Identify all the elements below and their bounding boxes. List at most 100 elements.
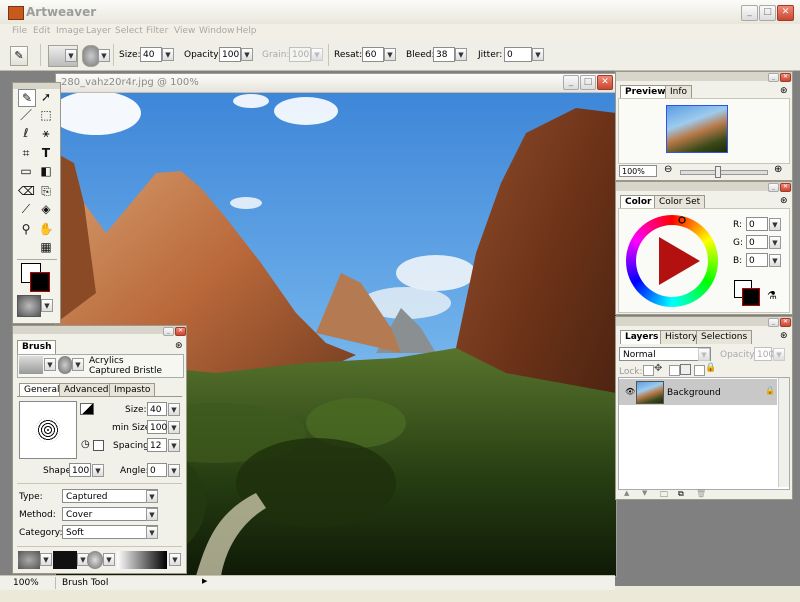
min-size-dropdown[interactable]: ▼ xyxy=(168,421,180,434)
color-menu-icon[interactable]: ⊛ xyxy=(780,196,788,206)
brush-variant-dropdown[interactable]: ▼ xyxy=(72,358,84,371)
paper-texture-dropdown[interactable]: ▼ xyxy=(41,299,53,312)
layers-close[interactable]: ✕ xyxy=(780,318,791,327)
color-wheel[interactable] xyxy=(626,215,718,307)
lock-all-icon[interactable]: 🔒 xyxy=(705,363,716,373)
crop-icon[interactable]: ⌗ xyxy=(18,145,34,161)
spacing-square-icon[interactable] xyxy=(93,440,104,451)
angle-dropdown[interactable]: ▼ xyxy=(168,464,180,477)
doc-maximize-button[interactable]: □ xyxy=(580,75,596,90)
lock-image-icon[interactable] xyxy=(680,364,691,375)
tab-color[interactable]: Color xyxy=(620,195,657,209)
brush-panel-close[interactable]: ✕ xyxy=(175,327,186,336)
brush-category-dropdown[interactable]: ▼ xyxy=(44,358,56,371)
size-input[interactable]: 40 xyxy=(140,47,162,62)
text-icon[interactable]: T xyxy=(38,145,54,161)
brush-icon[interactable]: ✎ xyxy=(18,89,36,107)
brush-preset-dropdown[interactable]: ▼ xyxy=(65,49,77,62)
eraser-icon[interactable]: ⌫ xyxy=(18,183,35,199)
size-shape-icon[interactable] xyxy=(80,403,94,415)
layer-up-icon[interactable]: ▲ xyxy=(624,489,629,497)
magic-wand-icon[interactable]: ⚹ xyxy=(38,125,54,141)
min-size-input[interactable]: 100 xyxy=(147,420,167,434)
maximize-button[interactable]: □ xyxy=(759,5,776,21)
menu-filter[interactable]: Filter xyxy=(146,26,168,36)
nozzle-swatch-icon[interactable] xyxy=(87,551,103,569)
method-select[interactable]: Cover xyxy=(62,507,158,521)
menu-image[interactable]: Image xyxy=(56,26,84,36)
doc-minimize-button[interactable]: _ xyxy=(563,75,579,90)
rectangle-icon[interactable]: ▭ xyxy=(18,163,34,179)
blend-mode-dropdown[interactable]: ▼ xyxy=(698,348,710,361)
menu-window[interactable]: Window xyxy=(199,26,235,36)
lasso-icon[interactable]: ℓ xyxy=(18,125,34,141)
rect-select-icon[interactable]: ⬚ xyxy=(38,107,54,123)
bleed-input[interactable]: 38 xyxy=(433,47,455,62)
tab-color-set[interactable]: Color Set xyxy=(654,195,706,209)
preview-close[interactable]: ✕ xyxy=(780,73,791,82)
paper-swatch-icon[interactable] xyxy=(18,551,40,569)
gradient-swatch-dropdown[interactable]: ▼ xyxy=(169,553,181,566)
tab-impasto[interactable]: Impasto xyxy=(109,383,156,397)
paper-swatch-dropdown[interactable]: ▼ xyxy=(40,553,52,566)
angle-input[interactable]: 0 xyxy=(147,463,167,477)
eyedropper-icon[interactable]: ⟋ xyxy=(18,201,34,217)
tab-preview[interactable]: Preview xyxy=(620,85,671,99)
menu-edit[interactable]: Edit xyxy=(33,26,50,36)
new-folder-icon[interactable]: 🗀 xyxy=(660,489,668,503)
method-dropdown[interactable]: ▼ xyxy=(146,508,158,521)
tab-brush[interactable]: Brush xyxy=(17,340,57,354)
category-dropdown[interactable]: ▼ xyxy=(146,526,158,539)
layer-opacity-dropdown[interactable]: ▼ xyxy=(773,348,785,361)
panel-menu-icon[interactable]: ⊛ xyxy=(175,341,183,351)
g-input[interactable]: 0 xyxy=(746,235,768,249)
spacing-input[interactable]: 12 xyxy=(147,438,167,452)
brush-size-dropdown[interactable]: ▼ xyxy=(168,403,180,416)
menu-layer[interactable]: Layer xyxy=(86,26,111,36)
grain-preset-dropdown[interactable]: ▼ xyxy=(98,49,110,62)
layers-minimize[interactable]: _ xyxy=(768,318,779,327)
opacity-dropdown[interactable]: ▼ xyxy=(241,48,253,61)
gradient-swatch[interactable] xyxy=(117,551,167,569)
tab-general[interactable]: General xyxy=(19,383,65,397)
spacing-dropdown[interactable]: ▼ xyxy=(168,439,180,452)
brush-panel-minimize[interactable]: _ xyxy=(163,327,174,336)
nozzle-swatch-dropdown[interactable]: ▼ xyxy=(103,553,115,566)
grain-input[interactable]: 100 xyxy=(289,47,311,62)
menu-help[interactable]: Help xyxy=(236,26,257,36)
status-menu-arrow[interactable]: ▶ xyxy=(202,577,207,585)
lock-all-checkbox[interactable] xyxy=(694,365,705,376)
brush-size-input[interactable]: 40 xyxy=(147,402,167,416)
close-button[interactable]: ✕ xyxy=(777,5,794,21)
b-dropdown[interactable]: ▼ xyxy=(769,254,781,267)
g-dropdown[interactable]: ▼ xyxy=(769,236,781,249)
menu-view[interactable]: View xyxy=(174,26,195,36)
shape-dropdown[interactable]: ▼ xyxy=(92,464,104,477)
preview-menu-icon[interactable]: ⊛ xyxy=(780,86,788,96)
color-fg-swatch[interactable] xyxy=(742,288,760,306)
tab-info[interactable]: Info xyxy=(665,85,693,99)
brush-tool-icon[interactable]: ✎ xyxy=(10,46,28,66)
layers-scrollbar[interactable] xyxy=(778,378,789,487)
lock-move-icon[interactable]: ✥ xyxy=(654,363,662,374)
tab-advanced[interactable]: Advanced xyxy=(59,383,114,397)
preview-thumbnail[interactable] xyxy=(666,105,728,153)
shape-input[interactable]: 100 xyxy=(69,463,91,477)
hand-icon[interactable]: ✋ xyxy=(38,221,54,237)
brush-category-icon[interactable] xyxy=(19,356,43,374)
gradient-icon[interactable]: ◧ xyxy=(38,163,54,179)
clone-icon[interactable]: ⎘ xyxy=(38,183,54,199)
zoom-slider-thumb[interactable] xyxy=(715,166,721,178)
lock-transparency-checkbox[interactable] xyxy=(643,365,654,376)
line-icon[interactable]: ／ xyxy=(18,107,34,123)
type-dropdown[interactable]: ▼ xyxy=(146,490,158,503)
b-input[interactable]: 0 xyxy=(746,253,768,267)
layer-opacity-input[interactable]: 100 xyxy=(754,347,774,361)
zoom-out-icon[interactable]: ⊖ xyxy=(664,164,672,175)
resat-dropdown[interactable]: ▼ xyxy=(384,48,396,61)
jitter-dropdown[interactable]: ▼ xyxy=(532,48,544,61)
tab-selections[interactable]: Selections xyxy=(696,330,753,344)
color-minimize[interactable]: _ xyxy=(768,183,779,192)
jitter-input[interactable]: 0 xyxy=(504,47,532,62)
r-input[interactable]: 0 xyxy=(746,217,768,231)
